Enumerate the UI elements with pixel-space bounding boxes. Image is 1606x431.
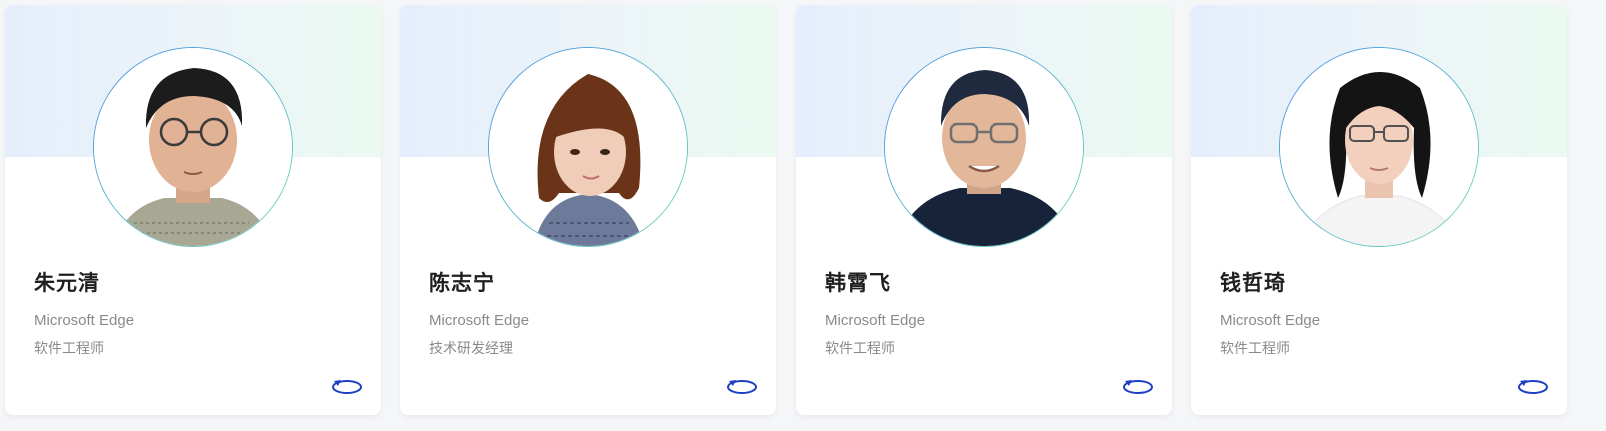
member-company: Microsoft Edge [1220, 312, 1321, 329]
avatar [1280, 48, 1478, 246]
member-role: 软件工程师 [34, 341, 104, 357]
rotate-icon[interactable] [726, 377, 758, 395]
avatar-ring [93, 47, 293, 247]
avatar-ring [1279, 47, 1479, 247]
avatar [885, 48, 1083, 246]
rotate-icon[interactable] [1122, 377, 1154, 395]
avatar [94, 48, 292, 246]
member-role: 软件工程师 [825, 341, 895, 357]
member-name: 钱哲琦 [1220, 271, 1286, 295]
member-company: Microsoft Edge [429, 312, 530, 329]
team-member-card[interactable]: 朱元清 Microsoft Edge 软件工程师 [5, 5, 381, 415]
member-role: 技术研发经理 [429, 341, 513, 357]
rotate-icon[interactable] [1517, 377, 1549, 395]
person-photo-icon [489, 48, 687, 246]
team-member-card[interactable]: 韩霄飞 Microsoft Edge 软件工程师 [796, 5, 1172, 415]
member-company: Microsoft Edge [825, 312, 926, 329]
avatar-ring [488, 47, 688, 247]
person-photo-icon [94, 48, 292, 246]
team-card-row: 朱元清 Microsoft Edge 软件工程师 陈志宁 Microsoft E… [0, 0, 1606, 431]
avatar-ring [884, 47, 1084, 247]
person-photo-icon [1280, 48, 1478, 246]
member-role: 软件工程师 [1220, 341, 1290, 357]
member-name: 朱元清 [34, 271, 100, 295]
rotate-icon[interactable] [331, 377, 363, 395]
avatar [489, 48, 687, 246]
team-member-card[interactable]: 钱哲琦 Microsoft Edge 软件工程师 [1191, 5, 1567, 415]
person-photo-icon [885, 48, 1083, 246]
team-member-card[interactable]: 陈志宁 Microsoft Edge 技术研发经理 [400, 5, 776, 415]
member-company: Microsoft Edge [34, 312, 135, 329]
member-name: 韩霄飞 [825, 271, 891, 295]
member-name: 陈志宁 [429, 271, 495, 295]
